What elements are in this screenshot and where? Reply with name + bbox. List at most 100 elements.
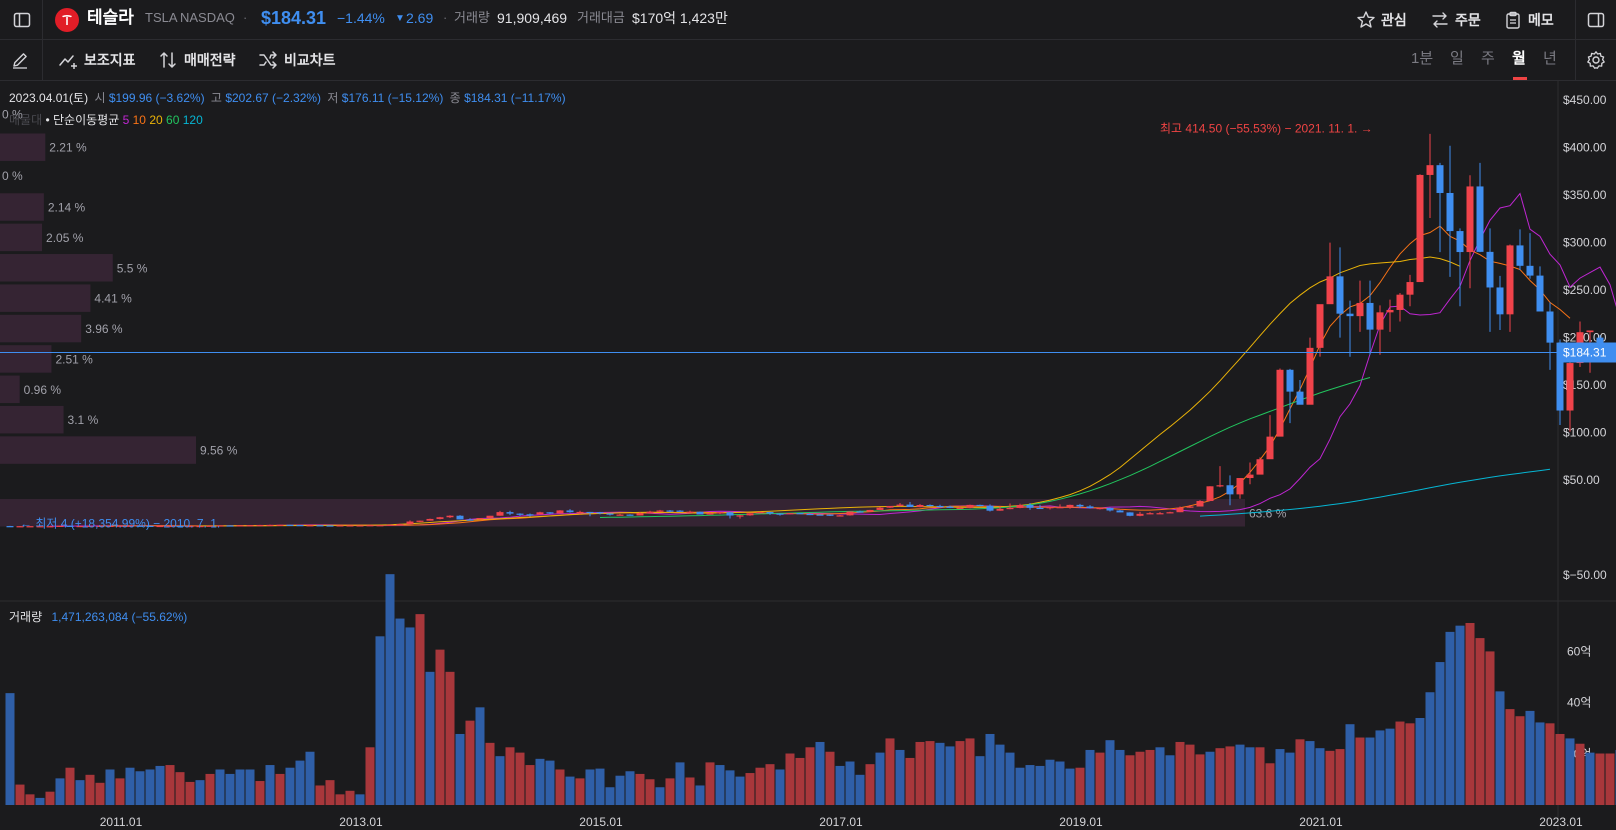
volume-bar: [1575, 743, 1585, 805]
volume-bar: [735, 776, 745, 805]
period-week[interactable]: 주: [1481, 40, 1495, 80]
volume-bar: [1255, 747, 1265, 805]
volume-bar: [225, 773, 235, 805]
volume-bar: [845, 761, 855, 805]
volume-bar: [1515, 716, 1525, 805]
right-panel-toggle-icon[interactable]: [1582, 6, 1610, 34]
candle-body: [926, 504, 934, 507]
candle-body: [1386, 309, 1394, 313]
volume-profile-bar: [0, 133, 46, 161]
open-label: 시: [94, 91, 106, 105]
volume-bar: [1585, 752, 1595, 805]
candle-body: [1156, 513, 1164, 515]
period-1min[interactable]: 1분: [1411, 40, 1433, 80]
volume-profile-bar: [0, 284, 91, 312]
volume-bar: [205, 773, 215, 805]
volume-profile-label[interactable]: 매물대: [9, 113, 42, 127]
candle-body: [866, 509, 874, 512]
close-label: 종: [449, 91, 461, 105]
price-axis-tick: $300.00: [1563, 236, 1607, 250]
candle-body: [1306, 347, 1314, 405]
volume-bar: [915, 741, 925, 805]
volume-profile-bar: [0, 223, 43, 252]
candle-body: [636, 513, 644, 516]
order-button[interactable]: 주문: [1430, 6, 1481, 34]
volume-panel-value: 1,471,263,084 (−55.62%): [51, 610, 188, 624]
compare-label: 비교차트: [284, 52, 336, 68]
ma-label[interactable]: • 단순이동평균: [45, 113, 119, 127]
high-annotation: 최고 414.50 (−55.53%) − 2021. 11. 1. →: [1160, 122, 1373, 136]
divider: [42, 40, 43, 80]
volume-axis-tick: 60억: [1567, 644, 1591, 658]
volume-bar: [825, 751, 835, 805]
period-year[interactable]: 년: [1543, 40, 1557, 80]
candle-body: [386, 524, 394, 526]
low-label: 저: [327, 91, 339, 105]
draw-pencil-icon[interactable]: [6, 46, 34, 74]
high-label: 고: [210, 91, 222, 105]
volume-bar: [1605, 753, 1615, 805]
volume-bar: [145, 769, 155, 805]
volume-bar: [765, 764, 775, 805]
volume-bar: [1065, 768, 1075, 805]
price-axis-tick: $350.00: [1563, 188, 1607, 202]
volume-bar: [1345, 724, 1355, 805]
price-chart[interactable]: 0 %2.21 %0 %2.14 %2.05 %5.5 %4.41 %3.96 …: [0, 81, 1616, 830]
volume-bar: [385, 574, 395, 805]
volume-bar: [505, 747, 515, 805]
volume-bar: [475, 707, 485, 805]
candle-body: [376, 525, 384, 527]
candle-body: [1076, 504, 1084, 507]
candle-body: [436, 517, 444, 519]
volume-bar: [295, 760, 305, 805]
volume-bar: [5, 693, 15, 805]
shuffle-icon: [259, 51, 277, 69]
candle-body: [1426, 165, 1434, 175]
candle-body: [956, 507, 964, 509]
volume-bar: [1445, 631, 1455, 805]
period-day[interactable]: 일: [1450, 40, 1464, 80]
period-month[interactable]: 월: [1512, 40, 1526, 80]
volume-bar: [365, 747, 375, 805]
candle-body: [1216, 485, 1224, 487]
volume-bar: [1365, 737, 1375, 805]
candle-body: [316, 525, 324, 527]
settings-gear-icon[interactable]: [1582, 46, 1610, 74]
ma-5-label: 5: [122, 113, 130, 127]
price-axis-tick: $450.00: [1563, 93, 1607, 107]
candle-body: [366, 525, 374, 527]
time-axis-tick: 2013.01: [339, 815, 383, 829]
candle-body: [1296, 391, 1304, 405]
candle-body: [446, 515, 454, 518]
sidebar-toggle-icon[interactable]: [8, 6, 36, 34]
candle-body: [1126, 512, 1134, 516]
candle-body: [326, 525, 334, 527]
candle-body: [1016, 504, 1024, 508]
volume-bar: [535, 758, 545, 805]
candle-body: [566, 510, 574, 513]
ticker-symbol: TSLA: [145, 10, 178, 25]
volume-bar: [975, 756, 985, 805]
volume-bar: [305, 751, 315, 805]
indicator-button[interactable]: 보조지표: [58, 40, 136, 80]
watch-button[interactable]: 관심: [1356, 6, 1407, 34]
volume-profile-bar: [0, 254, 113, 282]
volume-bar: [1235, 744, 1245, 805]
candle-body: [856, 511, 864, 513]
volume-profile-label: 9.56 %: [200, 444, 238, 458]
divider: [1575, 0, 1576, 40]
down-triangle-icon: ▼: [395, 13, 405, 24]
volume-profile-bar: [0, 375, 20, 404]
compare-button[interactable]: 비교차트: [258, 40, 336, 80]
exchange-name: NASDAQ: [180, 10, 235, 25]
volume-bar: [785, 753, 795, 805]
volume-bar: [775, 769, 785, 805]
candle-body: [286, 524, 294, 526]
candle-body: [806, 513, 814, 516]
change-percent: −1.44%: [337, 10, 385, 26]
volume-bar: [1375, 730, 1385, 805]
candle-body: [1036, 507, 1044, 510]
strategy-button[interactable]: 매매전략: [158, 40, 236, 80]
candle-body: [406, 521, 414, 525]
memo-button[interactable]: 메모: [1503, 6, 1554, 34]
